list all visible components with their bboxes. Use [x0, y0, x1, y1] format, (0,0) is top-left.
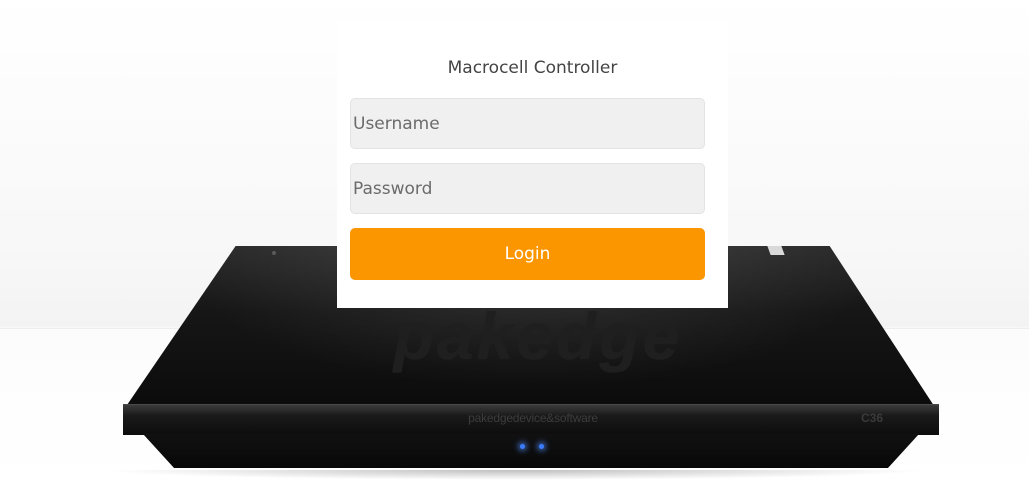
status-led-icon: [520, 444, 525, 449]
login-form: Macrocell Controller Login: [337, 22, 728, 308]
device-tab: [767, 246, 785, 255]
device-brand-label: pakedgedevice&software: [468, 411, 598, 425]
device-model-label: C36: [861, 411, 884, 425]
device-watermark: pakedge: [393, 299, 683, 373]
device-base: [143, 434, 919, 468]
username-input[interactable]: [350, 98, 705, 149]
device-shadow: [100, 470, 930, 480]
page-title: Macrocell Controller: [447, 58, 618, 78]
login-button[interactable]: Login: [350, 228, 705, 280]
device-screw: [272, 251, 276, 255]
status-led-icon: [539, 444, 544, 449]
login-page: pakedge pakedgedevice&software C36 Macro…: [0, 0, 1029, 480]
password-input[interactable]: [350, 163, 705, 214]
